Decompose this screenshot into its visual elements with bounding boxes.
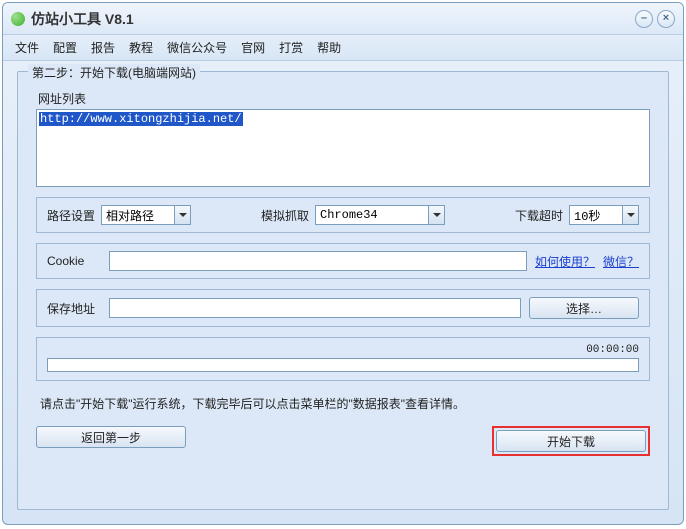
- client-area: 第二步：开始下载(电脑端网站) 网址列表 http://www.xitongzh…: [3, 61, 683, 524]
- grab-value: Chrome34: [316, 208, 382, 222]
- url-list-input[interactable]: http://www.xitongzhijia.net/: [36, 109, 650, 187]
- menu-report[interactable]: 报告: [91, 39, 115, 56]
- elapsed-time: 00:00:00: [47, 344, 639, 356]
- settings-panel: 路径设置 相对路径 模拟抓取 Chrome34 下载超时 10秒: [36, 197, 650, 233]
- grab-label: 模拟抓取: [261, 207, 309, 224]
- url-selected-text: http://www.xitongzhijia.net/: [39, 112, 243, 126]
- step2-group: 第二步：开始下载(电脑端网站) 网址列表 http://www.xitongzh…: [17, 71, 669, 510]
- back-button[interactable]: 返回第一步: [36, 426, 186, 448]
- save-path-input[interactable]: [109, 298, 521, 318]
- timeout-combo[interactable]: 10秒: [569, 205, 639, 225]
- start-download-button[interactable]: 开始下载: [496, 430, 646, 452]
- app-icon: [11, 12, 25, 26]
- group-legend: 第二步：开始下载(电脑端网站): [28, 64, 200, 81]
- cookie-label: Cookie: [47, 254, 103, 268]
- progress-bar: [47, 358, 639, 372]
- browse-button[interactable]: 选择…: [529, 297, 639, 319]
- menubar: 文件 配置 报告 教程 微信公众号 官网 打赏 帮助: [3, 35, 683, 61]
- bottom-buttons: 返回第一步 开始下载: [36, 426, 650, 456]
- cookie-input[interactable]: [109, 251, 527, 271]
- cookie-panel: Cookie 如何使用？ 微信？: [36, 243, 650, 279]
- menu-wechat[interactable]: 微信公众号: [167, 39, 227, 56]
- menu-help[interactable]: 帮助: [317, 39, 341, 56]
- save-label: 保存地址: [47, 300, 103, 317]
- wechat-link[interactable]: 微信？: [603, 253, 639, 270]
- close-button[interactable]: ×: [657, 10, 675, 28]
- chevron-down-icon: [428, 206, 444, 224]
- path-combo[interactable]: 相对路径: [101, 205, 191, 225]
- app-window: 仿站小工具 V8.1 – × 文件 配置 报告 教程 微信公众号 官网 打赏 帮…: [2, 2, 684, 525]
- chevron-down-icon: [622, 206, 638, 224]
- path-label: 路径设置: [47, 207, 95, 224]
- howto-link[interactable]: 如何使用？: [535, 253, 595, 270]
- menu-tutorial[interactable]: 教程: [129, 39, 153, 56]
- window-controls: – ×: [635, 10, 675, 28]
- menu-config[interactable]: 配置: [53, 39, 77, 56]
- menu-file[interactable]: 文件: [15, 39, 39, 56]
- menu-official[interactable]: 官网: [241, 39, 265, 56]
- path-value: 相对路径: [102, 207, 158, 224]
- grab-combo[interactable]: Chrome34: [315, 205, 445, 225]
- url-list-label: 网址列表: [38, 90, 650, 107]
- timeout-value: 10秒: [570, 207, 604, 224]
- menu-donate[interactable]: 打赏: [279, 39, 303, 56]
- progress-panel: 00:00:00: [36, 337, 650, 381]
- hint-text: 请点击"开始下载"运行系统，下载完毕后可以点击菜单栏的"数据报表"查看详情。: [40, 395, 650, 412]
- titlebar: 仿站小工具 V8.1 – ×: [3, 3, 683, 35]
- timeout-label: 下载超时: [515, 207, 563, 224]
- chevron-down-icon: [174, 206, 190, 224]
- minimize-button[interactable]: –: [635, 10, 653, 28]
- save-panel: 保存地址 选择…: [36, 289, 650, 327]
- window-title: 仿站小工具 V8.1: [31, 9, 635, 29]
- start-highlight: 开始下载: [492, 426, 650, 456]
